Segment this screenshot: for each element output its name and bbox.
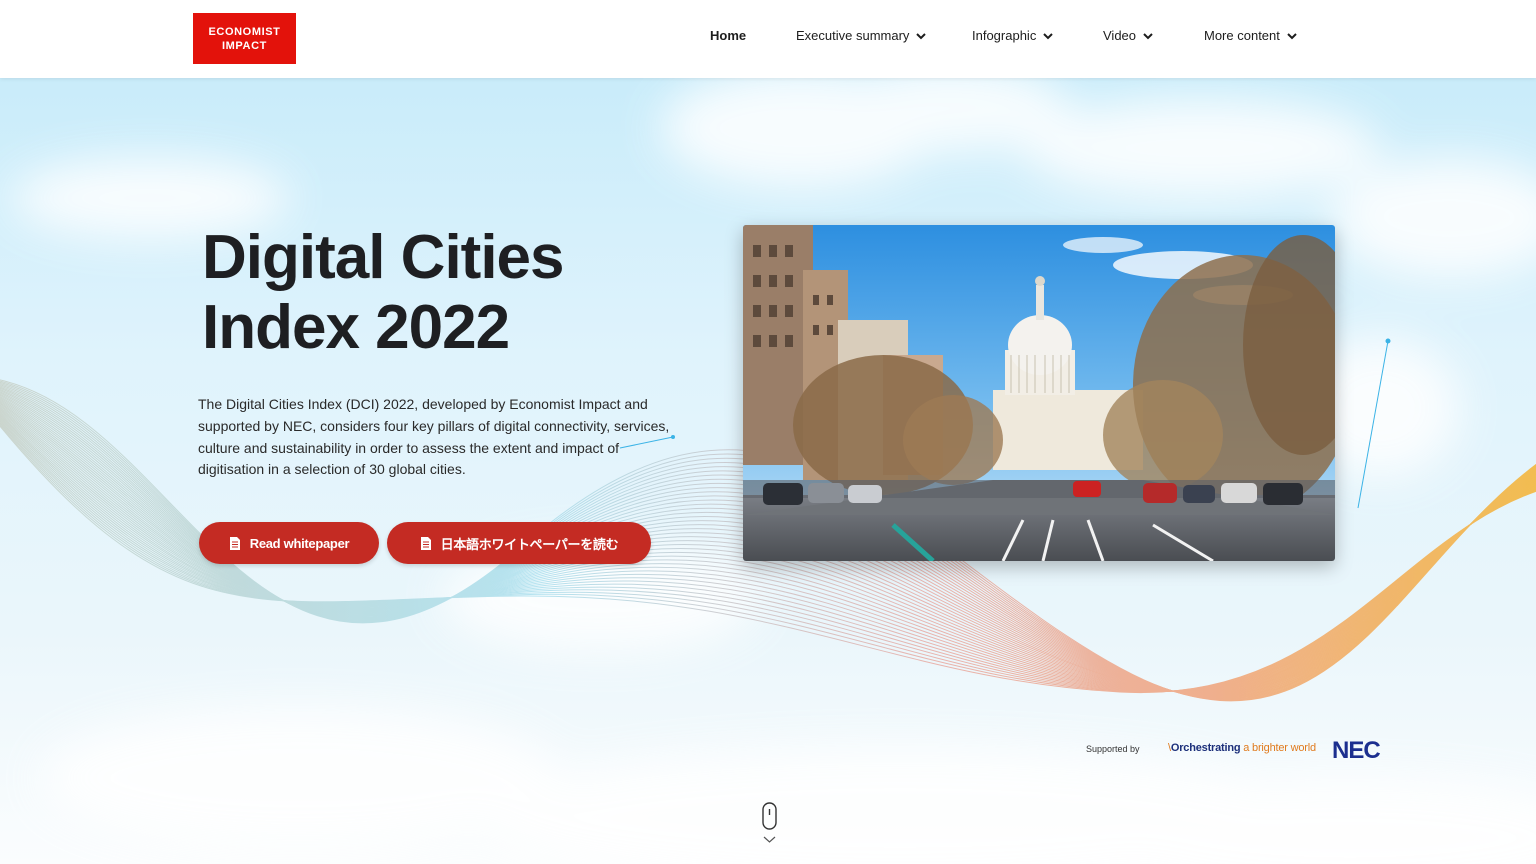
capitol-avenue-photo [743, 225, 1335, 561]
page-title: Digital Cities Index 2022 [202, 223, 565, 363]
tagline-part-2: a brighter world [1243, 742, 1316, 754]
document-icon [229, 536, 241, 551]
document-icon [420, 536, 432, 551]
chevron-down-icon [1286, 30, 1298, 42]
site-header: ECONOMIST IMPACT Home Executive summary … [0, 0, 1536, 78]
read-whitepaper-label: Read whitepaper [249, 535, 350, 551]
nav-more-content-label: More content [1204, 28, 1280, 43]
nav-more-content[interactable]: More content [1204, 28, 1298, 43]
nec-logo[interactable]: NEC [1332, 737, 1381, 765]
tagline-part-1: Orchestrating [1170, 742, 1241, 754]
chevron-down-icon [1142, 30, 1154, 42]
hero-description: The Digital Cities Index (DCI) 2022, dev… [198, 396, 670, 478]
nav-executive-summary[interactable]: Executive summary [796, 28, 927, 43]
chevron-down-icon [915, 30, 927, 42]
nec-tagline: \Orchestrating a brighter world [1168, 742, 1316, 754]
nav-video[interactable]: Video [1103, 28, 1154, 43]
nav-executive-summary-label: Executive summary [796, 28, 910, 43]
read-japanese-whitepaper-button[interactable]: 日本語ホワイトペーパーを読む [387, 522, 651, 564]
supported-by-label: Supported by [1086, 744, 1140, 754]
mouse-scroll-icon[interactable] [761, 801, 779, 847]
title-line-2: Index 2022 [202, 293, 510, 362]
chevron-down-icon [1042, 30, 1054, 42]
nav-video-label: Video [1103, 28, 1137, 43]
nav-infographic[interactable]: Infographic [972, 28, 1054, 43]
read-japanese-whitepaper-label: 日本語ホワイトペーパーを読む [440, 536, 619, 552]
read-whitepaper-button[interactable]: Read whitepaper [199, 522, 379, 564]
nav-home-label: Home [710, 28, 747, 43]
title-line-1: Digital Cities [202, 223, 565, 292]
nav-infographic-label: Infographic [972, 28, 1037, 43]
hero-section: Digital Cities Index 2022 The Digital Ci… [0, 78, 1536, 864]
nav-home[interactable]: Home [710, 28, 746, 43]
main-nav: Home Executive summary Infographic Video… [0, 28, 1536, 48]
